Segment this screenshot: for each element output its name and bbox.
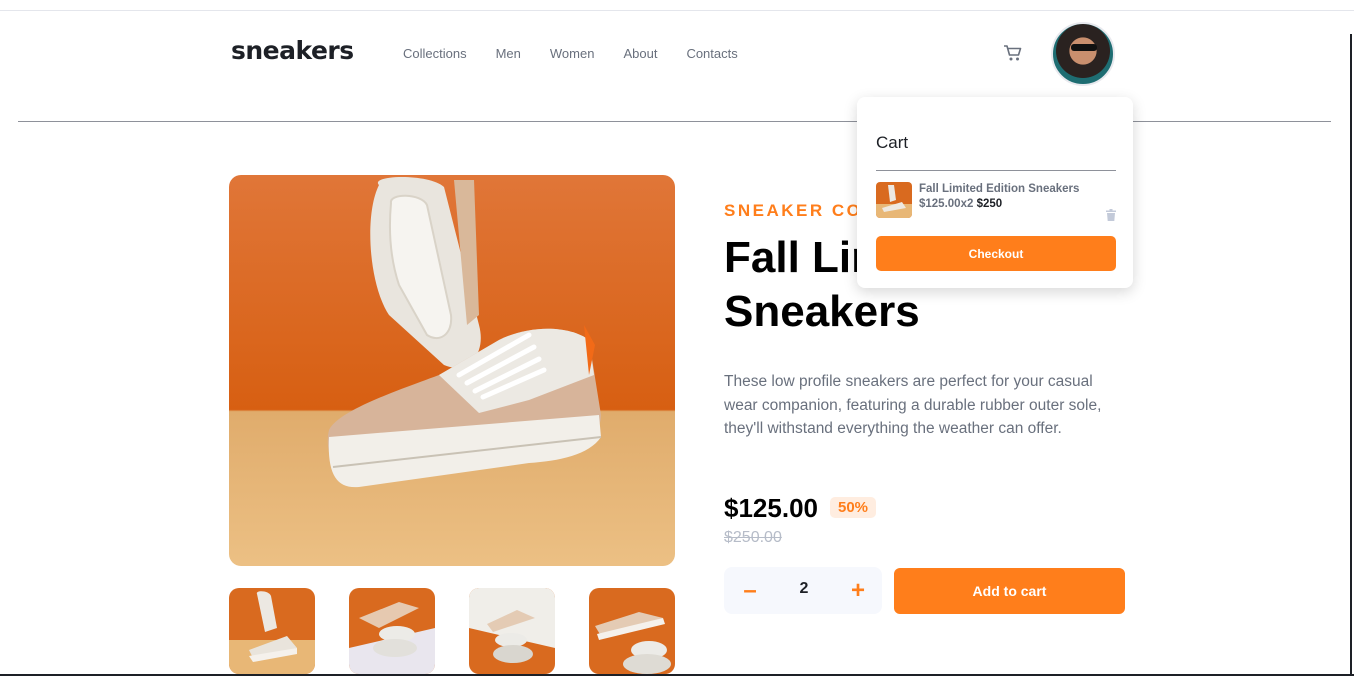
discount-badge: 50% — [830, 497, 877, 518]
product-title-line2: Sneakers — [724, 287, 920, 336]
quantity-value: 2 — [799, 580, 809, 597]
thumbnail-2[interactable] — [349, 588, 435, 674]
current-price: $125.00 — [724, 493, 818, 523]
thumbnail-4[interactable] — [589, 588, 675, 674]
trash-icon[interactable] — [1105, 208, 1117, 221]
user-avatar[interactable] — [1051, 22, 1115, 86]
cart-item-price: $125.00x2 $250 — [919, 198, 1002, 210]
nav-women[interactable]: Women — [550, 46, 595, 61]
product-main-image[interactable] — [229, 175, 675, 566]
nav-collections[interactable]: Collections — [403, 46, 467, 61]
scrollbar-edge — [1350, 34, 1352, 676]
cart-heading: Cart — [876, 133, 909, 152]
thumbnail-3[interactable] — [469, 588, 555, 674]
company-name: SNEAKER CO — [724, 201, 863, 220]
header-divider — [18, 121, 1331, 122]
add-to-cart-button[interactable]: Add to cart — [894, 568, 1125, 614]
avatar-glasses — [1071, 44, 1097, 51]
nav-about[interactable]: About — [623, 46, 657, 61]
nav-contacts[interactable]: Contacts — [686, 46, 737, 61]
cart-item-calculation: $125.00x2 — [919, 198, 974, 210]
cart-item-name: Fall Limited Edition Sneakers — [919, 183, 1080, 195]
main-nav: Collections Men Women About Contacts — [403, 46, 767, 61]
cart-dropdown: Cart Fall Limited Edition Sneakers $125.… — [857, 97, 1133, 288]
increase-quantity-button[interactable]: + — [838, 567, 878, 614]
product-title-line1: Fall Lir — [724, 233, 869, 282]
top-border — [0, 10, 1354, 11]
logo[interactable]: sneakers — [231, 36, 354, 65]
cart-item-thumbnail — [876, 182, 912, 218]
cart-item-total: $250 — [976, 198, 1003, 210]
checkout-button[interactable]: Checkout — [876, 236, 1116, 271]
thumbnail-1[interactable] — [229, 588, 315, 674]
cart-divider — [876, 170, 1116, 171]
quantity-stepper: – 2 + — [724, 567, 882, 614]
cart-icon[interactable] — [1003, 44, 1023, 62]
nav-men[interactable]: Men — [496, 46, 521, 61]
product-description: These low profile sneakers are perfect f… — [724, 373, 1102, 437]
decrease-quantity-button[interactable]: – — [730, 567, 770, 614]
original-price: $250.00 — [724, 529, 782, 546]
